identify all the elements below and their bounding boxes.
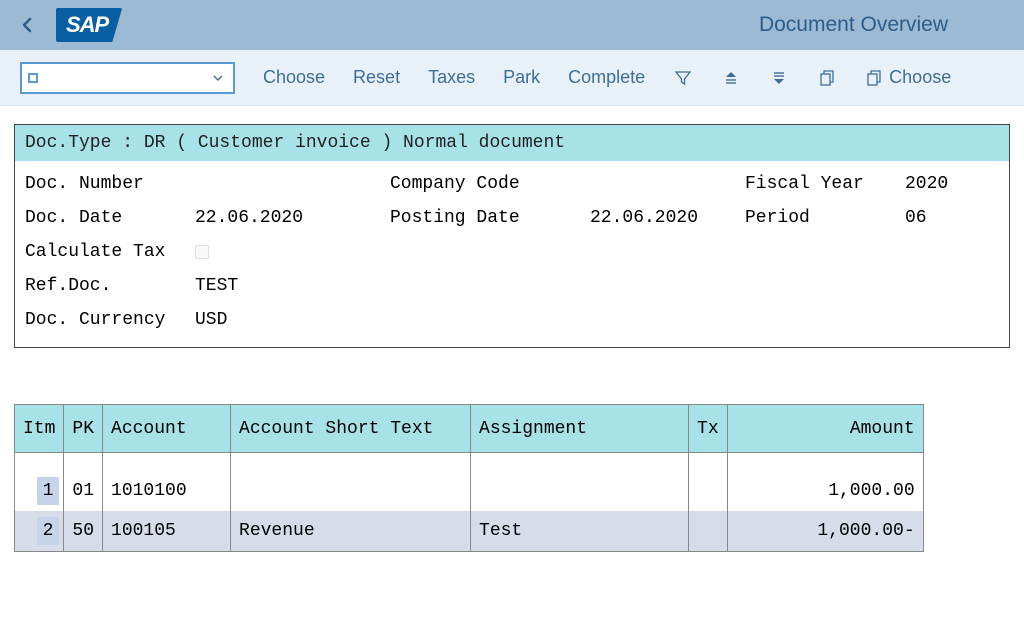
period-label: Period (745, 201, 905, 235)
col-assignment[interactable]: Assignment (471, 405, 689, 453)
line-items-table-wrap: Itm PK Account Account Short Text Assign… (14, 404, 1010, 552)
filter-icon (674, 69, 692, 87)
copy-icon (818, 69, 836, 87)
variant-input[interactable] (28, 69, 203, 86)
copy-button[interactable] (817, 68, 837, 88)
fiscal-year-label: Fiscal Year (745, 167, 905, 201)
cell-pk: 50 (64, 511, 103, 552)
cell-itm: 1 (15, 471, 64, 511)
doc-type-row: Doc.Type : DR ( Customer invoice ) Norma… (15, 125, 1009, 161)
park-button[interactable]: Park (503, 67, 540, 88)
calculate-tax-checkbox[interactable] (195, 245, 209, 259)
ref-doc-value: TEST (195, 269, 238, 303)
sort-asc-icon (722, 69, 740, 87)
sort-desc-button[interactable] (769, 68, 789, 88)
calculate-tax-label: Calculate Tax (25, 235, 195, 269)
posting-date-value: 22.06.2020 (590, 201, 745, 235)
ref-doc-label: Ref.Doc. (25, 269, 195, 303)
doc-currency-value: USD (195, 303, 227, 337)
reset-button[interactable]: Reset (353, 67, 400, 88)
copy-icon (865, 69, 883, 87)
choose-button[interactable]: Choose (263, 67, 325, 88)
cell-assignment: Test (471, 511, 689, 552)
sort-asc-button[interactable] (721, 68, 741, 88)
cell-tx (689, 471, 728, 511)
taxes-button[interactable]: Taxes (428, 67, 475, 88)
variant-combo[interactable] (20, 62, 235, 94)
titlebar: SAP Document Overview (0, 0, 1024, 50)
doc-currency-label: Doc. Currency (25, 303, 195, 337)
content: Doc.Type : DR ( Customer invoice ) Norma… (0, 106, 1024, 552)
complete-button[interactable]: Complete (568, 67, 645, 88)
filter-button[interactable] (673, 68, 693, 88)
cell-tx (689, 511, 728, 552)
sort-desc-icon (770, 69, 788, 87)
col-short-text[interactable]: Account Short Text (231, 405, 471, 453)
chevron-left-icon (20, 17, 36, 33)
cell-assignment (471, 471, 689, 511)
col-itm[interactable]: Itm (15, 405, 64, 453)
table-row[interactable]: 1 01 1010100 1,000.00 (15, 471, 924, 511)
choose-layout-button[interactable]: Choose (865, 67, 951, 88)
cell-short-text (231, 471, 471, 511)
table-header-row: Itm PK Account Account Short Text Assign… (15, 405, 924, 453)
cell-short-text: Revenue (231, 511, 471, 552)
doc-number-label: Doc. Number (25, 167, 195, 201)
page-title: Document Overview (759, 13, 948, 37)
cell-account: 1010100 (103, 471, 231, 511)
period-value: 06 (905, 201, 927, 235)
doc-date-value: 22.06.2020 (195, 201, 390, 235)
col-account[interactable]: Account (103, 405, 231, 453)
posting-date-label: Posting Date (390, 201, 590, 235)
col-tx[interactable]: Tx (689, 405, 728, 453)
cell-account: 100105 (103, 511, 231, 552)
document-header-panel: Doc.Type : DR ( Customer invoice ) Norma… (14, 124, 1010, 348)
chevron-down-icon (211, 71, 225, 85)
back-button[interactable] (16, 13, 40, 37)
sap-logo: SAP (56, 8, 122, 42)
choose-layout-label: Choose (889, 67, 951, 88)
fiscal-year-value: 2020 (905, 167, 948, 201)
col-amount[interactable]: Amount (727, 405, 923, 453)
table-row[interactable]: 2 50 100105 Revenue Test 1,000.00- (15, 511, 924, 552)
company-code-label: Company Code (390, 167, 590, 201)
cell-amount: 1,000.00- (727, 511, 923, 552)
cell-itm: 2 (15, 511, 64, 552)
line-items-table: Itm PK Account Account Short Text Assign… (14, 404, 924, 552)
toolbar: Choose Reset Taxes Park Complete C (0, 50, 1024, 106)
doc-date-label: Doc. Date (25, 201, 195, 235)
cell-pk: 01 (64, 471, 103, 511)
cell-amount: 1,000.00 (727, 471, 923, 511)
col-pk[interactable]: PK (64, 405, 103, 453)
